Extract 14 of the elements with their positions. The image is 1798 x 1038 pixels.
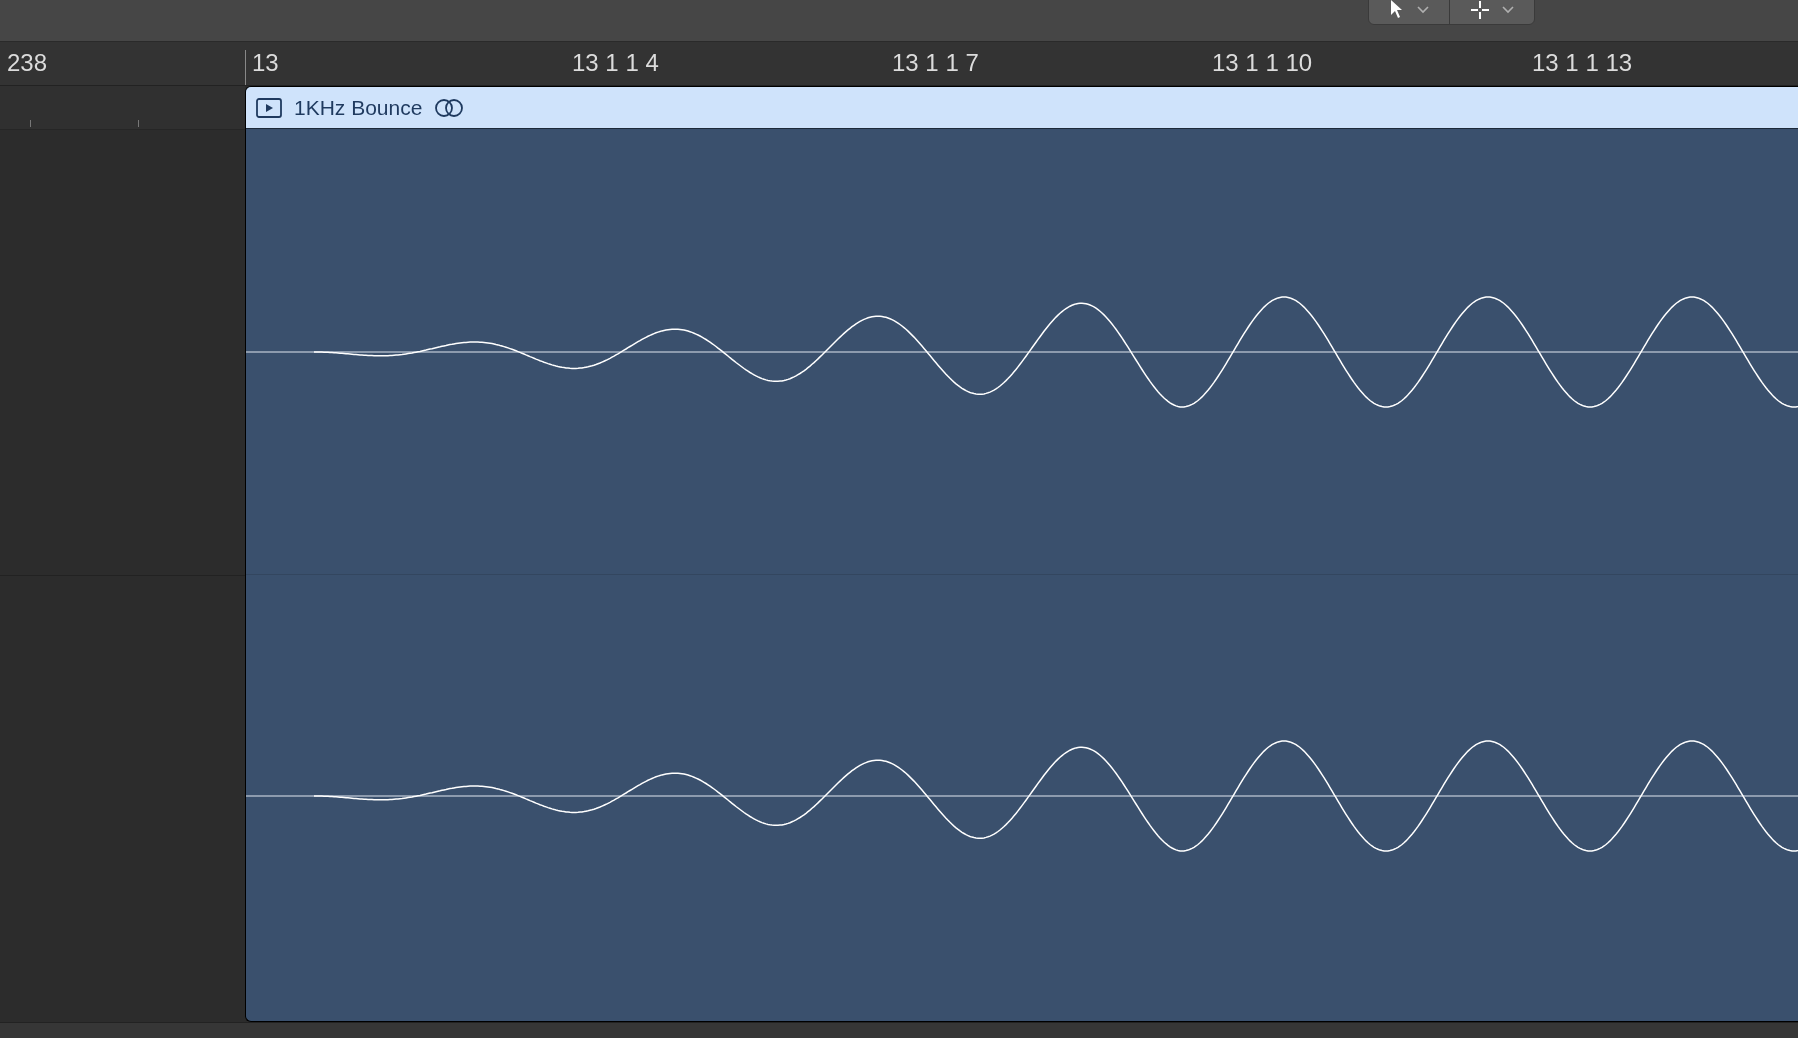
- ruler-label: 13 1 1 4: [572, 48, 659, 78]
- ruler-label: 13 1 1 13: [1532, 48, 1633, 78]
- ruler-label: 238: [7, 48, 48, 78]
- timeline-ruler[interactable]: 238 13 13 1 1 4 13 1 1 7 13 1 1 10 13 1 1 13: [0, 42, 1798, 86]
- ruler-label: 13 1 1 10: [1212, 48, 1313, 78]
- region-title: 1KHz Bounce: [294, 94, 423, 121]
- chevron-down-icon: [1502, 5, 1514, 14]
- audio-region[interactable]: 1KHz Bounce: [245, 86, 1798, 1022]
- ruler-label: 13 1 1 7: [892, 48, 979, 78]
- chevron-down-icon: [1417, 5, 1429, 14]
- ruler-label: 13: [252, 48, 279, 78]
- crosshair-icon: [1470, 0, 1490, 20]
- play-icon: [256, 97, 282, 118]
- stereo-icon: [434, 97, 465, 118]
